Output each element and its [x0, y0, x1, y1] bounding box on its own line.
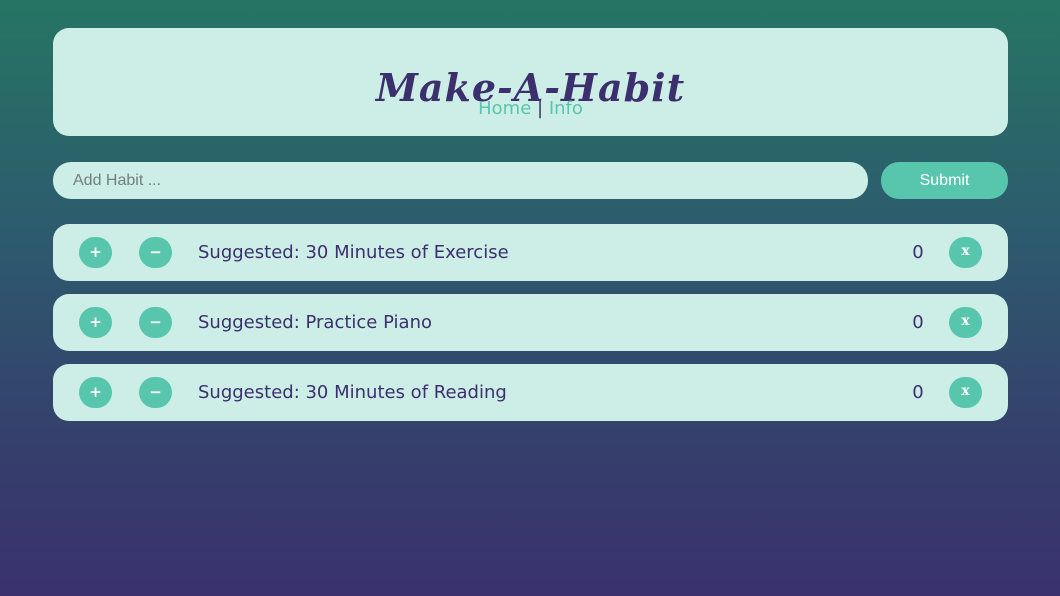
decrement-button[interactable]: − — [139, 377, 172, 408]
habit-count: 0 — [912, 382, 924, 403]
delete-button[interactable]: x — [949, 377, 982, 408]
habit-name: Suggested: 30 Minutes of Reading — [198, 382, 507, 403]
nav-link-info[interactable]: Info — [549, 98, 583, 119]
header-panel: Make-A-Habit Home | Info — [53, 28, 1008, 136]
habit-count: 0 — [912, 312, 924, 333]
habit-item: + − Suggested: 30 Minutes of Exercise 0 … — [53, 224, 1008, 281]
add-habit-input[interactable] — [53, 162, 868, 199]
decrement-button[interactable]: − — [139, 237, 172, 268]
add-habit-form: Submit — [53, 162, 1008, 199]
habit-count: 0 — [912, 242, 924, 263]
delete-button[interactable]: x — [949, 237, 982, 268]
habit-name: Suggested: 30 Minutes of Exercise — [198, 242, 509, 263]
submit-button[interactable]: Submit — [881, 162, 1008, 199]
habit-item: + − Suggested: 30 Minutes of Reading 0 x — [53, 364, 1008, 421]
delete-button[interactable]: x — [949, 307, 982, 338]
nav-separator: | — [537, 98, 544, 119]
decrement-button[interactable]: − — [139, 307, 172, 338]
habit-name: Suggested: Practice Piano — [198, 312, 433, 333]
increment-button[interactable]: + — [79, 307, 112, 338]
nav-bar: Home | Info — [53, 98, 1008, 120]
increment-button[interactable]: + — [79, 377, 112, 408]
habit-item: + − Suggested: Practice Piano 0 x — [53, 294, 1008, 351]
nav-link-home[interactable]: Home — [478, 98, 531, 119]
increment-button[interactable]: + — [79, 237, 112, 268]
